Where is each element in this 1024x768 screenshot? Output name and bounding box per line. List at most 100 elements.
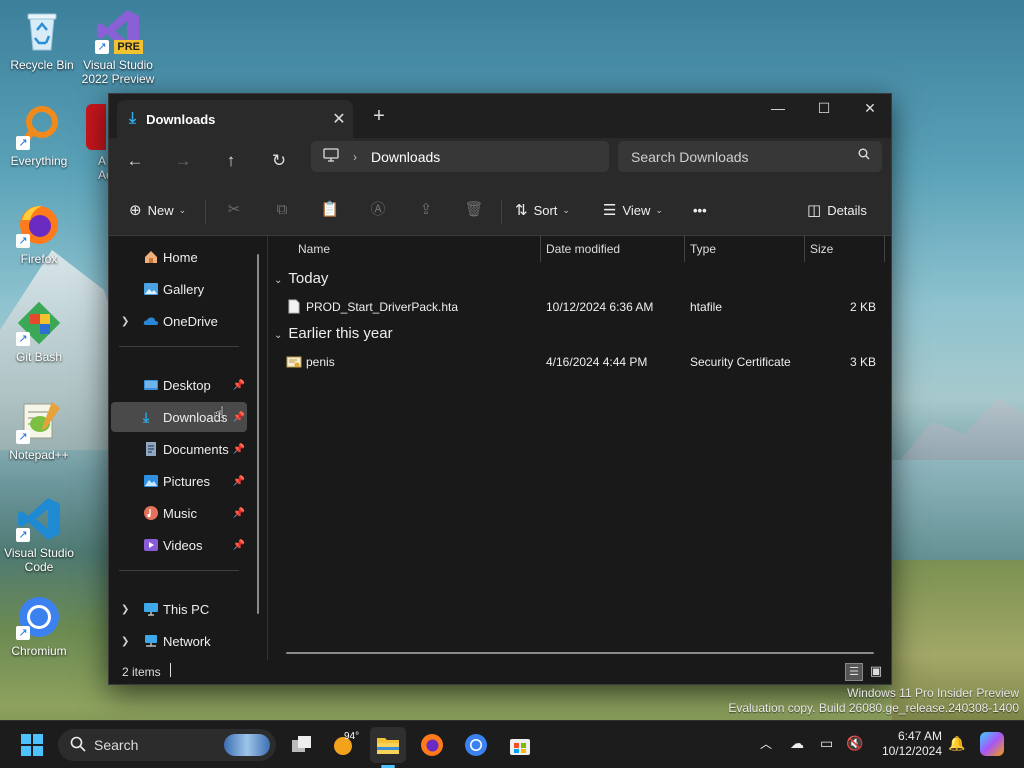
pin-icon[interactable]: 📌 xyxy=(233,508,245,519)
forward-button[interactable]: → xyxy=(167,146,199,176)
copy-icon[interactable]: ⧉ xyxy=(269,197,295,223)
details-button[interactable]: ◫ Details xyxy=(807,196,867,224)
new-tab-button[interactable]: + xyxy=(367,105,391,128)
tiles-view-icon[interactable]: ▣ xyxy=(867,663,885,681)
desktop-icon-firefox[interactable]: ↗ Firefox xyxy=(0,202,81,266)
pin-icon[interactable]: 📌 xyxy=(233,444,245,455)
pin-icon[interactable]: 📌 xyxy=(233,476,245,487)
weather-widget[interactable]: 94° xyxy=(328,727,364,763)
navigation-bar: ← → ↑ ↻ › Downloads Search Downloads xyxy=(109,138,891,186)
horizontal-scrollbar[interactable] xyxy=(286,652,874,654)
paste-icon[interactable]: 📋 xyxy=(317,197,343,223)
chevron-right-icon[interactable]: ❯ xyxy=(121,316,129,327)
sidebar-item-pictures[interactable]: Pictures 📌 xyxy=(111,466,247,496)
recycle-bin-icon xyxy=(19,8,65,54)
sidebar-item-music[interactable]: Music 📌 xyxy=(111,498,247,528)
desktop-icon-recycle-bin[interactable]: Recycle Bin xyxy=(0,8,84,72)
taskbar-chromium[interactable] xyxy=(458,727,494,763)
wallpaper-lake xyxy=(892,460,1024,570)
volume-muted-icon[interactable]: 🔇 xyxy=(846,735,863,752)
desktop-icon-notepad-plus-plus[interactable]: ↗ Notepad++ xyxy=(0,398,81,462)
details-pane-icon: ◫ xyxy=(807,202,822,219)
refresh-button[interactable]: ↻ xyxy=(263,146,295,176)
preview-badge: PRE xyxy=(114,40,143,54)
sidebar-item-home[interactable]: Home xyxy=(111,242,247,272)
close-button[interactable]: ✕ xyxy=(847,94,893,124)
column-header-size[interactable]: Size xyxy=(810,236,833,262)
sidebar-item-gallery[interactable]: Gallery xyxy=(111,274,247,304)
group-header-today[interactable]: ⌄ Today xyxy=(274,270,328,287)
minimize-button[interactable]: — xyxy=(755,94,801,124)
computer-icon xyxy=(143,601,159,617)
group-header-earlier-this-year[interactable]: ⌄ Earlier this year xyxy=(274,325,393,342)
rename-icon[interactable]: Ⓐ xyxy=(365,197,391,223)
title-bar[interactable]: ⤓ Downloads ✕ + — ☐ ✕ xyxy=(109,94,891,138)
sidebar-item-onedrive[interactable]: ❯ OneDrive xyxy=(111,306,247,336)
desktop-icon-acrobat[interactable]: A Ac xyxy=(86,104,108,182)
notification-bell-icon[interactable]: 🔔 xyxy=(948,735,965,752)
chevron-right-icon[interactable]: ❯ xyxy=(121,604,129,615)
taskbar-file-explorer[interactable] xyxy=(370,727,406,768)
new-button[interactable]: ⊕ New ⌄ xyxy=(129,196,186,224)
desktop-icon-visual-studio-preview[interactable]: ↗ PRE Visual Studio 2022 Preview xyxy=(76,8,160,86)
sidebar-item-this-pc[interactable]: ❯ This PC xyxy=(111,594,247,624)
file-type: htafile xyxy=(690,300,723,314)
search-input[interactable]: Search Downloads xyxy=(618,141,882,172)
task-view-button[interactable] xyxy=(284,727,320,763)
cloud-offline-icon[interactable]: ☁ xyxy=(790,735,804,752)
pin-icon[interactable]: 📌 xyxy=(233,412,245,423)
tray-overflow-chevron-icon[interactable]: ︿ xyxy=(760,735,772,752)
breadcrumb-downloads[interactable]: Downloads xyxy=(371,149,440,165)
network-status-icon[interactable]: ▭ xyxy=(820,735,833,752)
pin-icon[interactable]: 📌 xyxy=(233,380,245,391)
sort-button[interactable]: ⇅ Sort ⌄ xyxy=(515,196,570,224)
tab-close-button[interactable]: ✕ xyxy=(325,109,353,129)
column-header-name[interactable]: Name xyxy=(298,236,330,262)
copilot-preview-icon[interactable] xyxy=(980,732,1004,756)
clock[interactable]: 6:47 AM 10/12/2024 xyxy=(872,729,942,759)
sidebar-item-desktop[interactable]: Desktop 📌 xyxy=(111,370,247,400)
view-list-icon: ☰ xyxy=(603,202,617,219)
taskbar-microsoft-store[interactable] xyxy=(502,727,538,763)
start-button[interactable] xyxy=(14,727,50,763)
file-explorer-icon xyxy=(377,738,399,754)
details-view-icon[interactable]: ☰ xyxy=(845,663,863,681)
file-name: penis xyxy=(306,355,335,369)
desktop-icon-vscode[interactable]: ↗ Visual Studio Code xyxy=(0,496,81,574)
pictures-icon xyxy=(143,473,159,489)
share-icon[interactable]: ⇪ xyxy=(413,197,439,223)
taskbar-firefox[interactable] xyxy=(414,727,450,763)
file-explorer-window[interactable]: ⤓ Downloads ✕ + — ☐ ✕ ← → ↑ ↻ › Download… xyxy=(108,93,892,685)
more-options-button[interactable]: ••• xyxy=(693,196,707,224)
sidebar-item-downloads[interactable]: ⤓ Downloads 📌 xyxy=(111,402,247,432)
download-icon: ⤓ xyxy=(129,110,137,127)
sidebar-item-documents[interactable]: Documents 📌 xyxy=(111,434,247,464)
onedrive-cloud-icon xyxy=(143,313,159,329)
back-button[interactable]: ← xyxy=(119,146,151,176)
table-row[interactable]: PROD_Start_DriverPack.hta 10/12/2024 6:3… xyxy=(268,296,891,318)
sidebar-item-network[interactable]: ❯ Network xyxy=(111,626,247,656)
up-button[interactable]: ↑ xyxy=(215,146,247,176)
table-row[interactable]: penis 4/16/2024 4:44 PM Security Certifi… xyxy=(268,351,891,373)
taskbar-search[interactable]: Search xyxy=(58,729,276,761)
pin-icon[interactable]: 📌 xyxy=(233,540,245,551)
item-count: 2 items xyxy=(122,665,161,679)
visual-studio-preview-icon: ↗ PRE xyxy=(95,8,143,54)
column-header-type[interactable]: Type xyxy=(690,236,716,262)
column-header-date[interactable]: Date modified xyxy=(546,236,620,262)
git-bash-icon: ↗ xyxy=(16,300,62,346)
monitor-icon xyxy=(323,148,339,165)
view-button[interactable]: ☰ View ⌄ xyxy=(603,196,663,224)
network-icon xyxy=(143,633,159,649)
sidebar-scrollbar[interactable] xyxy=(257,254,259,614)
cut-icon[interactable]: ✂ xyxy=(221,197,247,223)
desktop-icon-everything[interactable]: ↗ Everything xyxy=(0,104,81,168)
desktop-icon-git-bash[interactable]: ↗ Git Bash xyxy=(0,300,81,364)
delete-icon[interactable]: 🗑 xyxy=(461,197,487,223)
chevron-right-icon[interactable]: ❯ xyxy=(121,636,129,647)
desktop-icon-chromium[interactable]: ↗ Chromium xyxy=(0,594,81,658)
maximize-button[interactable]: ☐ xyxy=(801,94,847,124)
address-bar[interactable]: › Downloads xyxy=(311,141,609,172)
tab-downloads[interactable]: ⤓ Downloads ✕ xyxy=(117,100,353,138)
sidebar-item-videos[interactable]: Videos 📌 xyxy=(111,530,247,560)
